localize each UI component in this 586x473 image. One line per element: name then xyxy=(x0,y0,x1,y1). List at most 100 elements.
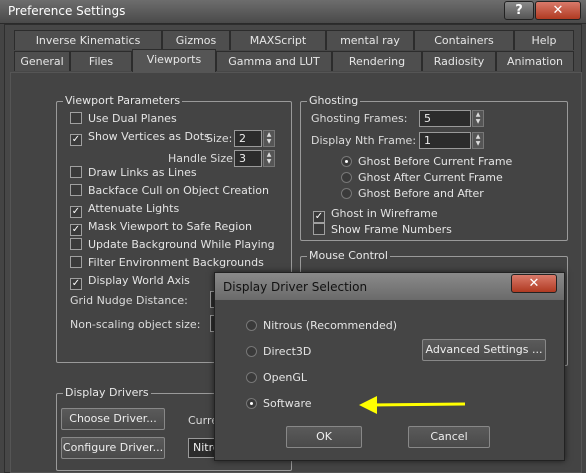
radio-icon[interactable] xyxy=(246,346,257,357)
checkbox-label: Mask Viewport to Safe Region xyxy=(88,220,253,233)
title-bar: Preference Settings ? ✕ xyxy=(0,0,586,24)
radio-icon[interactable] xyxy=(246,372,257,383)
filter-environment-checkbox[interactable]: Filter Environment Backgrounds xyxy=(70,256,264,269)
tab-animation[interactable]: Animation xyxy=(496,51,574,71)
software-radio[interactable]: Software xyxy=(246,397,312,410)
direct3d-radio[interactable]: Direct3D xyxy=(246,345,311,358)
ghosting-frames-value[interactable]: 5 xyxy=(424,112,431,125)
checkbox-box[interactable] xyxy=(313,223,325,235)
handle-size-label: Handle Size: xyxy=(168,152,237,165)
checkbox-label: Attenuate Lights xyxy=(88,202,180,215)
checkbox-box[interactable]: ✓ xyxy=(70,206,82,218)
spinner-arrows-icon[interactable]: ▲ ▼ xyxy=(472,132,484,149)
checkbox-label: Backface Cull on Object Creation xyxy=(88,184,269,197)
tab-help[interactable]: Help xyxy=(514,30,574,50)
handle-size-value[interactable]: 3 xyxy=(239,152,246,165)
spinner-arrows-icon[interactable]: ▲ ▼ xyxy=(472,110,484,127)
display-nth-frame-label: Display Nth Frame: xyxy=(311,134,417,147)
ghost-in-wireframe-checkbox[interactable]: ✓ Ghost in Wireframe xyxy=(313,207,438,223)
tab-gizmos[interactable]: Gizmos xyxy=(162,30,230,50)
use-dual-planes-checkbox[interactable]: Use Dual Planes xyxy=(70,112,177,125)
radio-label: OpenGL xyxy=(263,371,308,384)
tab-files[interactable]: Files xyxy=(70,51,132,71)
help-button[interactable]: ? xyxy=(504,1,534,20)
radio-label: Software xyxy=(263,397,312,410)
preference-settings-window: Preference Settings ? ✕ Inverse Kinemati… xyxy=(0,0,586,473)
show-frame-numbers-checkbox[interactable]: Show Frame Numbers xyxy=(313,223,452,236)
checkbox-label: Display World Axis xyxy=(88,274,190,287)
viewport-parameters-title: Viewport Parameters xyxy=(63,94,183,107)
spinner-arrows-icon[interactable]: ▲ ▼ xyxy=(263,150,275,167)
mouse-control-title: Mouse Control xyxy=(307,249,390,262)
checkbox-box[interactable] xyxy=(70,184,82,196)
checkbox-label: Ghost in Wireframe xyxy=(331,207,438,220)
tab-gamma-and-lut[interactable]: Gamma and LUT xyxy=(216,51,332,71)
checkbox-box[interactable]: ✓ xyxy=(70,278,82,290)
radio-label: Direct3D xyxy=(263,345,312,358)
ghosting-frames-spinner[interactable]: 5 ▲ ▼ xyxy=(419,110,484,127)
ghost-before-after-radio[interactable]: Ghost Before and After xyxy=(341,187,484,200)
cancel-button[interactable]: Cancel xyxy=(408,426,490,448)
radio-label: Ghost Before and After xyxy=(358,187,484,200)
choose-driver-button[interactable]: Choose Driver... xyxy=(61,408,165,430)
checkbox-box[interactable] xyxy=(70,238,82,250)
radio-selected-icon[interactable] xyxy=(246,398,257,409)
configure-driver-button[interactable]: Configure Driver... xyxy=(61,437,165,459)
tab-general[interactable]: General xyxy=(14,51,70,71)
mask-viewport-checkbox[interactable]: ✓ Mask Viewport to Safe Region xyxy=(70,220,252,236)
checkbox-box[interactable]: ✓ xyxy=(313,211,325,223)
checkbox-label: Show Vertices as Dots xyxy=(88,130,210,143)
tab-inverse-kinematics[interactable]: Inverse Kinematics xyxy=(14,30,162,50)
window-title: Preference Settings xyxy=(8,4,126,18)
spinner-arrows-icon[interactable]: ▲ ▼ xyxy=(263,130,275,147)
ghost-before-radio[interactable]: Ghost Before Current Frame xyxy=(341,155,512,168)
radio-icon[interactable] xyxy=(246,320,257,331)
size-value[interactable]: 2 xyxy=(239,132,246,145)
display-nth-frame-value[interactable]: 1 xyxy=(424,134,431,147)
update-background-checkbox[interactable]: Update Background While Playing xyxy=(70,238,275,251)
nitrous-radio[interactable]: Nitrous (Recommended) xyxy=(246,319,397,332)
radio-selected-icon[interactable] xyxy=(341,156,352,167)
ghosting-title: Ghosting xyxy=(307,94,361,107)
tab-containers[interactable]: Containers xyxy=(414,30,514,50)
checkbox-label: Filter Environment Backgrounds xyxy=(88,256,264,269)
draw-links-as-lines-checkbox[interactable]: Draw Links as Lines xyxy=(70,166,197,179)
size-label: Size: xyxy=(206,132,233,145)
radio-icon[interactable] xyxy=(341,172,352,183)
backface-cull-checkbox[interactable]: Backface Cull on Object Creation xyxy=(70,184,269,197)
close-button[interactable]: ✕ xyxy=(535,1,581,20)
advanced-settings-button[interactable]: Advanced Settings ... xyxy=(422,339,546,361)
checkbox-label: Show Frame Numbers xyxy=(331,223,452,236)
checkbox-box[interactable]: ✓ xyxy=(70,134,82,146)
dialog-close-button[interactable]: ✕ xyxy=(511,274,557,293)
checkbox-box[interactable]: ✓ xyxy=(70,224,82,236)
tab-radiosity[interactable]: Radiosity xyxy=(422,51,496,71)
handle-size-spinner[interactable]: 3 ▲ ▼ xyxy=(234,150,275,167)
radio-label: Nitrous (Recommended) xyxy=(263,319,397,332)
nonscaling-size-label: Non-scaling object size: xyxy=(70,318,201,331)
current-driver-field: Nitro xyxy=(188,438,220,458)
yellow-arrow-icon xyxy=(359,396,466,414)
radio-icon[interactable] xyxy=(341,188,352,199)
attenuate-lights-checkbox[interactable]: ✓ Attenuate Lights xyxy=(70,202,179,218)
radio-label: Ghost After Current Frame xyxy=(358,171,503,184)
tab-viewports[interactable]: Viewports xyxy=(132,49,216,72)
checkbox-box[interactable] xyxy=(70,112,82,124)
grid-nudge-label: Grid Nudge Distance: xyxy=(70,294,188,307)
checkbox-label: Use Dual Planes xyxy=(88,112,177,125)
display-nth-frame-spinner[interactable]: 1 ▲ ▼ xyxy=(419,132,484,149)
ghost-after-radio[interactable]: Ghost After Current Frame xyxy=(341,171,503,184)
checkbox-label: Draw Links as Lines xyxy=(88,166,197,179)
display-world-axis-checkbox[interactable]: ✓ Display World Axis xyxy=(70,274,190,290)
tab-mental-ray[interactable]: mental ray xyxy=(326,30,414,50)
opengl-radio[interactable]: OpenGL xyxy=(246,371,307,384)
tab-rendering[interactable]: Rendering xyxy=(332,51,422,71)
checkbox-box[interactable] xyxy=(70,166,82,178)
ok-button[interactable]: OK xyxy=(286,426,362,448)
display-driver-selection-dialog: Display Driver Selection ✕ xyxy=(214,272,565,461)
size-spinner[interactable]: 2 ▲ ▼ xyxy=(234,130,275,147)
radio-label: Ghost Before Current Frame xyxy=(358,155,513,168)
checkbox-box[interactable] xyxy=(70,256,82,268)
show-vertices-as-dots-checkbox[interactable]: ✓ Show Vertices as Dots xyxy=(70,130,210,146)
tab-maxscript[interactable]: MAXScript xyxy=(230,30,326,50)
